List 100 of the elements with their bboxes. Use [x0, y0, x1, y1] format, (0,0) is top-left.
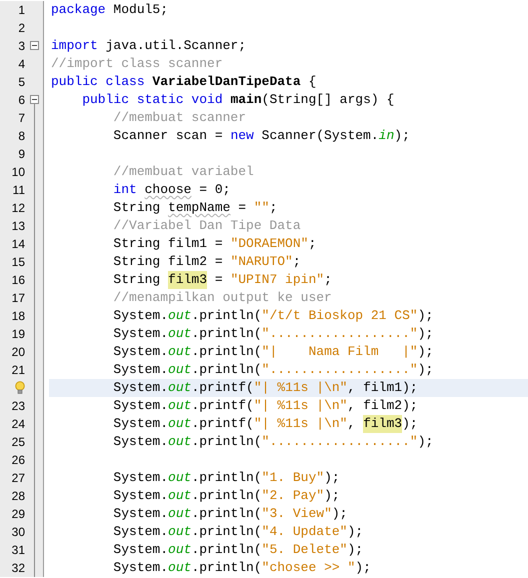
line-number: 29	[12, 506, 25, 523]
line-number: 15	[12, 254, 25, 271]
code-string: "| %11s |\n"	[254, 415, 348, 433]
code-field: out	[168, 307, 192, 325]
code-text: Modul5;	[112, 1, 168, 19]
code-text: ;	[269, 199, 278, 217]
code-string: "4. Update"	[262, 523, 348, 541]
code-keyword: public static void	[81, 91, 224, 109]
code-field: out	[168, 469, 192, 487]
code-text: Scanner(System.	[260, 127, 379, 145]
code-field: out	[168, 361, 192, 379]
line-number: 3	[18, 38, 25, 55]
code-text: .println(	[191, 505, 262, 523]
line-number: 5	[18, 74, 25, 91]
code-text: );	[418, 361, 434, 379]
code-text: System.	[112, 397, 168, 415]
code-text: = 0;	[198, 181, 230, 199]
code-text: );	[324, 487, 340, 505]
code-comment: //Variabel Dan Tipe Data	[112, 217, 301, 235]
code-text: .println(	[191, 433, 262, 451]
line-number: 18	[12, 308, 25, 325]
code-field: out	[168, 343, 192, 361]
code-text: , film1);	[347, 379, 418, 397]
code-text: Scanner scan =	[112, 127, 224, 145]
code-text: System.	[112, 523, 168, 541]
code-comment: //membuat scanner	[112, 109, 246, 127]
code-string: "| %11s |\n"	[254, 379, 348, 397]
code-keyword: import	[51, 37, 98, 55]
code-text: System.	[112, 487, 168, 505]
code-text: java.util.Scanner;	[104, 37, 246, 55]
line-number: 4	[18, 56, 25, 73]
line-number: 14	[12, 236, 25, 253]
code-field: out	[168, 559, 192, 577]
line-number: 27	[12, 470, 25, 487]
code-text: .println(	[191, 487, 262, 505]
code-text: System.	[112, 469, 168, 487]
code-text: );	[402, 415, 418, 433]
code-text: );	[418, 325, 434, 343]
line-number: 7	[18, 110, 25, 127]
line-number: 32	[12, 560, 25, 577]
code-keyword: public class	[51, 73, 146, 91]
code-text: System.	[112, 325, 168, 343]
line-number: 31	[12, 542, 25, 559]
code-string: ".................."	[262, 325, 418, 343]
code-text: );	[355, 559, 371, 577]
code-string: "| Nama Film |"	[262, 343, 418, 361]
code-keyword: package	[51, 1, 106, 19]
code-text: );	[324, 469, 340, 487]
code-string: "2. Pay"	[262, 487, 324, 505]
line-number: 20	[12, 344, 25, 361]
code-text: ;	[292, 253, 301, 271]
code-text: String film1 =	[112, 235, 224, 253]
code-text: System.	[112, 541, 168, 559]
code-keyword: new	[230, 127, 254, 145]
code-text: System.	[112, 415, 168, 433]
code-text: System.	[112, 361, 168, 379]
code-text: );	[418, 433, 434, 451]
code-identifier: tempName	[168, 199, 230, 217]
code-text: ,	[347, 415, 356, 433]
code-field: out	[168, 397, 192, 415]
code-field: out	[168, 505, 192, 523]
code-text: System.	[112, 505, 168, 523]
line-number: 16	[12, 272, 25, 289]
code-text: .println(	[191, 361, 262, 379]
code-string: ""	[254, 199, 270, 217]
code-field: out	[168, 541, 192, 559]
code-comment: //import class scanner	[51, 55, 223, 73]
line-number: 11	[12, 182, 25, 199]
fold-toggle[interactable]	[30, 95, 39, 109]
line-number: 1	[18, 2, 25, 19]
code-declaration: main	[230, 91, 262, 109]
code-text: System.	[112, 433, 168, 451]
line-number: 30	[12, 524, 25, 541]
lightbulb-icon[interactable]	[15, 381, 25, 395]
code-text: );	[418, 307, 434, 325]
code-text: String	[112, 271, 162, 289]
code-keyword: int	[112, 181, 138, 199]
fold-toggle[interactable]	[30, 41, 39, 50]
line-number: 26	[12, 452, 25, 469]
highlighted-identifier: film3	[168, 271, 208, 289]
line-number: 21	[12, 362, 25, 379]
code-text: System.	[112, 379, 168, 397]
code-text: .println(	[191, 559, 262, 577]
code-text: );	[347, 523, 364, 541]
line-number: 25	[12, 434, 25, 451]
code-text: );	[418, 343, 434, 361]
code-string: "chosee >> "	[262, 559, 356, 577]
code-text: .println(	[191, 325, 262, 343]
code-text: System.	[112, 559, 168, 577]
code-field: out	[168, 415, 192, 433]
code-text: .printf(	[191, 397, 254, 415]
line-number: 28	[12, 488, 25, 505]
code-text: .println(	[191, 343, 262, 361]
code-field: out	[168, 523, 192, 541]
code-text: String	[112, 199, 162, 217]
code-text: , film2);	[347, 397, 418, 415]
code-text: .printf(	[191, 415, 254, 433]
code-text: );	[347, 541, 364, 559]
code-text: );	[332, 505, 348, 523]
code-string: ".................."	[262, 361, 418, 379]
